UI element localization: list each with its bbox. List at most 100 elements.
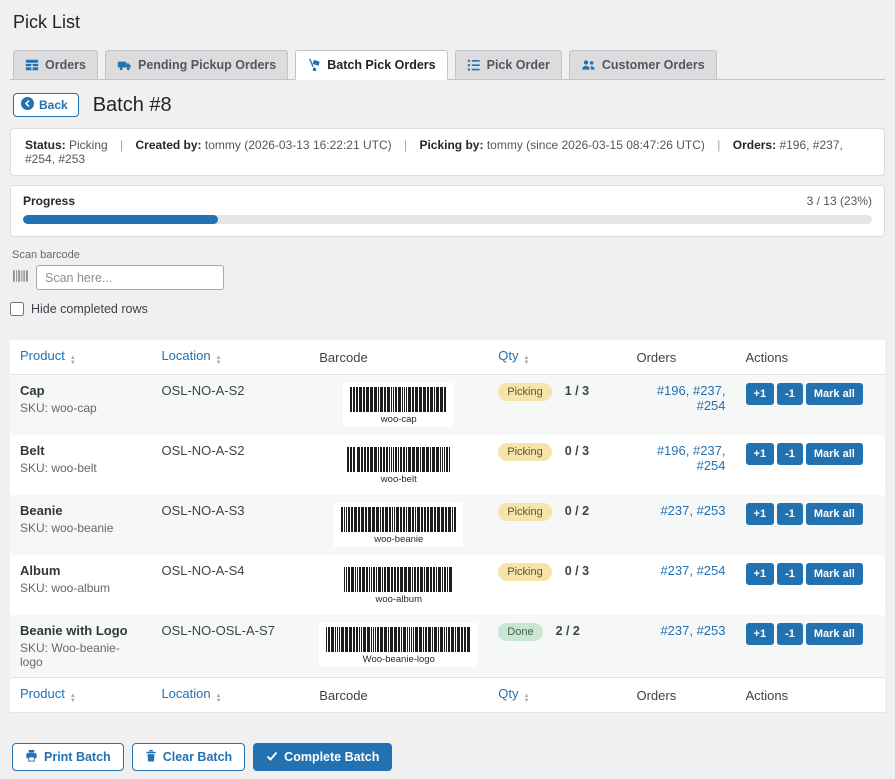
qty-value: 0 / 3 bbox=[565, 444, 589, 458]
scan-input[interactable] bbox=[36, 265, 224, 290]
product-sku: SKU: Woo-beanie-logo bbox=[20, 641, 141, 669]
plus-one-button[interactable]: +1 bbox=[746, 443, 775, 465]
separator: | bbox=[111, 138, 132, 152]
status-badge: Picking bbox=[498, 443, 551, 461]
barcode-image: woo-beanie bbox=[334, 503, 463, 547]
plus-one-button[interactable]: +1 bbox=[746, 503, 775, 525]
barcode-label: woo-belt bbox=[347, 474, 450, 485]
barcode-label: Woo-beanie-logo bbox=[326, 654, 471, 665]
sort-icon: ▲▼ bbox=[524, 694, 530, 704]
mark-all-button[interactable]: Mark all bbox=[806, 383, 863, 405]
page-title: Pick List bbox=[13, 12, 885, 33]
product-sku: SKU: woo-album bbox=[20, 581, 141, 595]
footer-header-location[interactable]: Location▲▼ bbox=[151, 678, 309, 713]
sort-icon: ▲▼ bbox=[524, 356, 530, 366]
tab-pick-order[interactable]: Pick Order bbox=[455, 50, 562, 79]
footer-header-product[interactable]: Product▲▼ bbox=[10, 678, 151, 713]
clear-batch-label: Clear Batch bbox=[163, 750, 232, 764]
tab-batch-pick-orders[interactable]: Batch Pick Orders bbox=[295, 50, 447, 80]
location-value: OSL-NO-OSL-A-S7 bbox=[151, 615, 309, 678]
tab-label: Batch Pick Orders bbox=[327, 58, 435, 72]
back-label: Back bbox=[39, 98, 68, 112]
tab-label: Pick Order bbox=[487, 58, 550, 72]
barcode-image: woo-belt bbox=[340, 443, 457, 487]
ordered-list-icon bbox=[467, 58, 481, 72]
separator: | bbox=[395, 138, 416, 152]
location-value: OSL-NO-A-S2 bbox=[151, 375, 309, 436]
back-icon bbox=[21, 97, 34, 113]
product-name: Beanie bbox=[20, 503, 141, 518]
clear-batch-button[interactable]: Clear Batch bbox=[132, 743, 245, 771]
complete-batch-label: Complete Batch bbox=[284, 750, 379, 764]
batch-title: Batch #8 bbox=[93, 94, 172, 117]
column-header-product[interactable]: Product▲▼ bbox=[10, 340, 151, 375]
column-header-orders: Orders bbox=[626, 340, 735, 375]
status-label: Status: bbox=[25, 138, 66, 152]
product-name: Beanie with Logo bbox=[20, 623, 141, 638]
order-links[interactable]: #237, #254 bbox=[660, 563, 725, 578]
qty-value: 0 / 2 bbox=[565, 504, 589, 518]
mark-all-button[interactable]: Mark all bbox=[806, 563, 863, 585]
progress-label: Progress bbox=[23, 194, 75, 208]
plus-one-button[interactable]: +1 bbox=[746, 383, 775, 405]
barcode-image: Woo-beanie-logo bbox=[319, 623, 478, 667]
back-button[interactable]: Back bbox=[13, 93, 79, 117]
print-batch-button[interactable]: Print Batch bbox=[12, 743, 124, 771]
separator: | bbox=[708, 138, 729, 152]
location-value: OSL-NO-A-S2 bbox=[151, 435, 309, 495]
product-name: Belt bbox=[20, 443, 141, 458]
minus-one-button[interactable]: -1 bbox=[777, 563, 803, 585]
sort-icon: ▲▼ bbox=[70, 694, 76, 704]
hide-completed-row: Hide completed rows bbox=[10, 302, 885, 316]
table-icon bbox=[25, 58, 39, 72]
hide-completed-checkbox[interactable] bbox=[10, 302, 24, 316]
product-sku: SKU: woo-cap bbox=[20, 401, 141, 415]
orders-label: Orders: bbox=[733, 138, 776, 152]
location-value: OSL-NO-A-S3 bbox=[151, 495, 309, 555]
table-footer-header-row: Product▲▼ Location▲▼ Barcode Qty▲▼ Order… bbox=[10, 678, 885, 713]
order-links[interactable]: #196, #237, #254 bbox=[657, 383, 726, 413]
minus-one-button[interactable]: -1 bbox=[777, 503, 803, 525]
barcode-icon bbox=[12, 268, 29, 287]
location-value: OSL-NO-A-S4 bbox=[151, 555, 309, 615]
sort-icon: ▲▼ bbox=[216, 694, 222, 704]
table-row: Beanie with Logo SKU: Woo-beanie-logo OSL… bbox=[10, 615, 885, 678]
plus-one-button[interactable]: +1 bbox=[746, 563, 775, 585]
status-value: Picking bbox=[69, 138, 108, 152]
column-header-qty[interactable]: Qty▲▼ bbox=[488, 340, 626, 375]
printer-icon bbox=[25, 749, 38, 765]
mark-all-button[interactable]: Mark all bbox=[806, 503, 863, 525]
tab-label: Pending Pickup Orders bbox=[138, 58, 276, 72]
tab-orders[interactable]: Orders bbox=[13, 50, 98, 79]
order-links[interactable]: #237, #253 bbox=[660, 623, 725, 638]
mark-all-button[interactable]: Mark all bbox=[806, 443, 863, 465]
order-links[interactable]: #237, #253 bbox=[660, 503, 725, 518]
tab-label: Customer Orders bbox=[602, 58, 705, 72]
pick-list-table: Product▲▼ Location▲▼ Barcode Qty▲▼ Order… bbox=[10, 340, 885, 713]
status-badge: Picking bbox=[498, 383, 551, 401]
scan-section: Scan barcode bbox=[10, 249, 885, 290]
trash-icon bbox=[145, 749, 157, 765]
tab-pending-pickup-orders[interactable]: Pending Pickup Orders bbox=[105, 50, 288, 79]
status-bar: Status: Picking | Created by: tommy (202… bbox=[10, 128, 885, 176]
minus-one-button[interactable]: -1 bbox=[777, 623, 803, 645]
sort-icon: ▲▼ bbox=[70, 356, 76, 366]
scan-label: Scan barcode bbox=[12, 249, 885, 261]
footer-header-barcode: Barcode bbox=[309, 678, 488, 713]
column-header-location[interactable]: Location▲▼ bbox=[151, 340, 309, 375]
qty-value: 0 / 3 bbox=[565, 564, 589, 578]
plus-one-button[interactable]: +1 bbox=[746, 623, 775, 645]
order-links[interactable]: #196, #237, #254 bbox=[657, 443, 726, 473]
complete-batch-button[interactable]: Complete Batch bbox=[253, 743, 392, 771]
minus-one-button[interactable]: -1 bbox=[777, 443, 803, 465]
table-header-row: Product▲▼ Location▲▼ Barcode Qty▲▼ Order… bbox=[10, 340, 885, 375]
product-name: Cap bbox=[20, 383, 141, 398]
footer-header-qty[interactable]: Qty▲▼ bbox=[488, 678, 626, 713]
minus-one-button[interactable]: -1 bbox=[777, 383, 803, 405]
mark-all-button[interactable]: Mark all bbox=[806, 623, 863, 645]
check-icon bbox=[266, 750, 278, 765]
barcode-label: woo-cap bbox=[350, 414, 447, 425]
status-badge: Picking bbox=[498, 563, 551, 581]
tab-customer-orders[interactable]: Customer Orders bbox=[569, 50, 717, 79]
users-icon bbox=[581, 58, 596, 72]
